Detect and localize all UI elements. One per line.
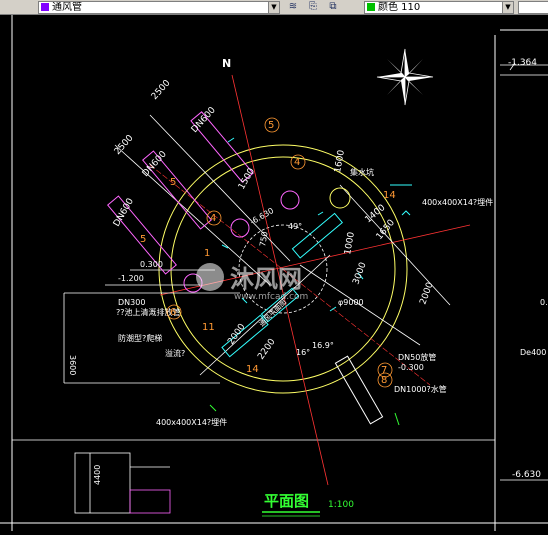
mark-1 — [227, 137, 235, 143]
callout-5b: 5 — [170, 177, 176, 188]
elev-650-label: -6.630 — [249, 206, 276, 227]
text-labels: -1.364 -6.630 2500 2500 DN600 DN600 DN60… — [68, 58, 548, 485]
callout-5c: 5 — [140, 234, 146, 245]
pipe-4 — [334, 355, 384, 425]
overflow-label: 溢流? — [165, 348, 185, 358]
drawing-canvas[interactable]: N -1.364 -6.630 2500 2500 DN600 DN600 DN… — [0, 15, 548, 531]
callout-6: 6 — [170, 307, 176, 318]
elev-right-label: -1.364 — [508, 58, 537, 68]
angle-49: 49° — [288, 222, 302, 231]
dn300-label: DN300 — [118, 298, 145, 307]
dn1000-label: DN1000?水管 — [394, 384, 447, 394]
callout-14a: 14 — [383, 190, 396, 201]
sump-label: 集水坑 — [350, 167, 374, 177]
pipe-end-1 — [280, 190, 300, 210]
d1600: 1600 — [333, 149, 347, 174]
angle-16-9: 16.9° — [312, 341, 334, 350]
callout-5a: 5 — [268, 120, 274, 131]
callout-11: 11 — [202, 322, 215, 333]
mark-3 — [241, 297, 248, 304]
north-label: N — [222, 57, 231, 70]
callout-circles — [166, 117, 393, 388]
right-elevation-marks — [500, 62, 548, 481]
mark-8 — [209, 404, 217, 412]
pipe-end-3 — [183, 273, 203, 293]
center-line-ns — [231, 74, 329, 486]
plan-scale: 1:100 — [328, 500, 354, 510]
mark-9 — [401, 210, 411, 216]
d1000: 1000 — [343, 231, 357, 256]
dn50-label: DN50放管 — [398, 352, 436, 362]
beam-1 — [291, 212, 344, 259]
dim-3600: 3600 — [68, 355, 77, 375]
chevron-down-icon[interactable]: ▼ — [268, 2, 279, 13]
beam-bottom-label: 400x400X14?埋件 — [156, 417, 227, 427]
pipe-end-2 — [230, 218, 250, 238]
dn600-a: DN600 — [190, 105, 218, 135]
dim-2200: 2200 — [256, 337, 277, 362]
layer-previous-icon[interactable]: ⎘ — [306, 1, 320, 13]
dim-2000: 2000 — [418, 281, 435, 306]
dim-750: 750 — [258, 231, 270, 248]
chevron-down-icon[interactable]: ▼ — [502, 2, 513, 13]
section-detail — [74, 452, 171, 514]
mark-2 — [317, 211, 324, 216]
dim-phi9000: φ9000 — [338, 298, 364, 307]
dim-line-diag-1 — [149, 114, 291, 262]
cad-drawing: N -1.364 -6.630 2500 2500 DN600 DN600 DN… — [0, 15, 548, 531]
d1650: 1650 — [375, 218, 398, 242]
dim-top-a: 2500 — [150, 78, 173, 102]
dim-0-label: 0. — [540, 298, 548, 307]
detail-pipe — [129, 489, 171, 514]
cad-toolbar: 通风管 ▼ ≋ ⎘ ⧉ 颜色 110 ▼ — [0, 0, 548, 15]
mark-7 — [394, 412, 400, 426]
callout-1: 1 — [204, 248, 210, 259]
dim-3000: 3000 — [351, 261, 368, 286]
sump-circle — [329, 187, 351, 209]
color-swatch — [367, 3, 375, 11]
layer-match-icon[interactable]: ⧉ — [326, 1, 340, 13]
layer-dropdown[interactable]: 通风管 ▼ — [38, 1, 280, 14]
elev-m1200: -1.200 — [118, 274, 144, 283]
outer-circle — [158, 144, 408, 394]
waterproof-label: 防潮型?爬梯 — [118, 333, 162, 343]
elev-m0300: -0.300 — [398, 363, 424, 372]
layer-color-swatch — [41, 3, 49, 11]
callout-4b: 4 — [210, 213, 216, 224]
center-line-ew — [159, 224, 471, 296]
linetype-dropdown[interactable] — [518, 1, 548, 14]
pipe-center-label: 通风平面图 — [257, 297, 288, 328]
detail-box — [74, 452, 131, 514]
de400-label: De400 — [520, 348, 546, 357]
compass-rose-icon — [376, 48, 434, 106]
elev-0300: 0.300 — [140, 260, 163, 269]
callout-14b: 14 — [246, 364, 259, 375]
beam-top-label: 400x400X14?埋件 — [422, 197, 493, 207]
color-dropdown[interactable]: 颜色 110 ▼ — [364, 1, 514, 14]
layer-name: 通风管 — [52, 2, 82, 13]
dim-4400: 4400 — [93, 465, 102, 485]
color-name: 颜色 110 — [378, 2, 421, 13]
elev-right2-label: -6.630 — [512, 470, 541, 480]
plan-title: 平面图 — [264, 492, 309, 510]
callout-4a: 4 — [294, 157, 300, 168]
layer-state-icon[interactable]: ≋ — [286, 1, 300, 13]
angle-16: 16° — [296, 348, 310, 357]
